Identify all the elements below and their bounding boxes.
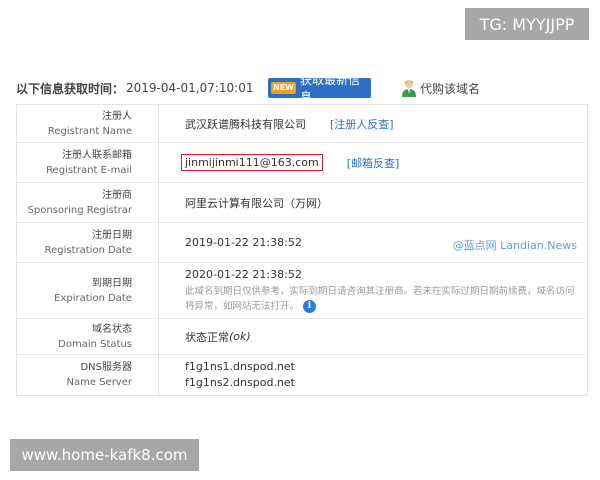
domain-status-value-cell: 状态正常 (ok) bbox=[185, 319, 587, 354]
table-row-registrar: 注册商 Sponsoring Registrar 阿里云计算有限公司（万网） bbox=[17, 183, 587, 223]
buy-domain-link[interactable]: 代购该域名 bbox=[401, 78, 480, 98]
table-row-registrant: 注册人 Registrant Name 武汉跃谱腾科技有限公司 [注册人反查] bbox=[17, 105, 587, 143]
name-server-1: f1g1ns1.dnspod.net bbox=[185, 360, 295, 373]
expiration-date-value-cell: 2020-01-22 21:38:52 此域名到期日仅供参考，实际到期日请咨询其… bbox=[185, 263, 587, 318]
table-row-registration-date: 注册日期 Registration Date 2019-01-22 21:38:… bbox=[17, 223, 587, 263]
expiration-date-label: 到期日期 Expiration Date bbox=[17, 263, 159, 318]
new-badge: NEW bbox=[271, 82, 296, 94]
label-cn: 域名状态 bbox=[92, 323, 132, 335]
email-label: 注册人联系邮箱 Registrant E-mail bbox=[17, 143, 159, 182]
site-watermark: www.home-kafk8.com bbox=[10, 439, 199, 471]
registrar-value-cell: 阿里云计算有限公司（万网） bbox=[185, 183, 587, 222]
name-server-label: DNS服务器 Name Server bbox=[17, 355, 159, 395]
name-server-value-cell: f1g1ns1.dnspod.net f1g1ns2.dnspod.net bbox=[185, 355, 587, 395]
info-icon[interactable]: i bbox=[303, 299, 317, 313]
email-value: jinmijinmi111@163.com bbox=[181, 154, 323, 171]
registrant-value-cell: 武汉跃谱腾科技有限公司 [注册人反查] bbox=[185, 105, 587, 142]
email-lookup-link[interactable]: [邮箱反查] bbox=[347, 155, 400, 171]
fetch-time-header: 以下信息获取时间： 2019-04-01,07:10:01 bbox=[16, 78, 253, 98]
label-cn: 到期日期 bbox=[92, 277, 132, 289]
email-value-cell: jinmijinmi111@163.com [邮箱反查] bbox=[181, 143, 587, 182]
buy-domain-label: 代购该域名 bbox=[420, 81, 481, 96]
label-en: Domain Status bbox=[58, 338, 132, 350]
fetch-time-value: 2019-04-01,07:10:01 bbox=[126, 81, 254, 95]
registrant-value: 武汉跃谱腾科技有限公司 bbox=[185, 117, 306, 131]
registrar-label: 注册商 Sponsoring Registrar bbox=[17, 183, 159, 222]
registrar-value: 阿里云计算有限公司（万网） bbox=[185, 196, 328, 210]
label-cn: 注册人 bbox=[102, 110, 132, 122]
label-en: Registrant E-mail bbox=[46, 164, 132, 176]
tg-watermark: TG: MYYJJPP bbox=[465, 8, 589, 40]
registration-date-label: 注册日期 Registration Date bbox=[17, 223, 159, 262]
table-row-email: 注册人联系邮箱 Registrant E-mail jinmijinmi111@… bbox=[17, 143, 587, 183]
expiration-note-text: 此域名到期日仅供参考，实际到期日请咨询其注册商。若未在实际过期日期前续费，域名访… bbox=[185, 285, 575, 312]
table-row-expiration-date: 到期日期 Expiration Date 2020-01-22 21:38:52… bbox=[17, 263, 587, 319]
name-server-2: f1g1ns2.dnspod.net bbox=[185, 376, 295, 389]
fetch-time-label: 以下信息获取时间： bbox=[16, 81, 125, 96]
person-icon bbox=[402, 80, 416, 97]
domain-status-label: 域名状态 Domain Status bbox=[17, 319, 159, 354]
registration-date-value: 2019-01-22 21:38:52 bbox=[185, 236, 302, 249]
refresh-info-label: 获取最新信息 bbox=[299, 73, 360, 104]
whois-info-table: 注册人 Registrant Name 武汉跃谱腾科技有限公司 [注册人反查] … bbox=[16, 104, 588, 396]
label-en: Registrant Name bbox=[47, 125, 132, 137]
label-en: Registration Date bbox=[44, 244, 132, 256]
refresh-info-button[interactable]: NEW 获取最新信息 bbox=[268, 73, 371, 104]
domain-status-value: 状态正常 bbox=[185, 330, 229, 344]
domain-status-code: (ok) bbox=[229, 330, 251, 343]
label-cn: 注册日期 bbox=[92, 229, 132, 241]
label-cn: 注册人联系邮箱 bbox=[62, 149, 132, 161]
table-row-name-server: DNS服务器 Name Server f1g1ns1.dnspod.net f1… bbox=[17, 355, 587, 395]
table-row-domain-status: 域名状态 Domain Status 状态正常 (ok) bbox=[17, 319, 587, 355]
registrant-lookup-link[interactable]: [注册人反查] bbox=[330, 116, 394, 132]
expiration-date-value: 2020-01-22 21:38:52 bbox=[185, 267, 302, 281]
label-cn: 注册商 bbox=[102, 189, 132, 201]
landian-watermark: @蓝点网 Landian.News bbox=[452, 239, 577, 252]
label-en: Name Server bbox=[66, 377, 132, 388]
registrant-label: 注册人 Registrant Name bbox=[17, 105, 159, 142]
label-cn: DNS服务器 bbox=[80, 362, 132, 373]
expiration-note: 此域名到期日仅供参考，实际到期日请咨询其注册商。若未在实际过期日期前续费，域名访… bbox=[185, 284, 580, 314]
label-en: Expiration Date bbox=[54, 292, 132, 304]
label-en: Sponsoring Registrar bbox=[27, 204, 133, 216]
